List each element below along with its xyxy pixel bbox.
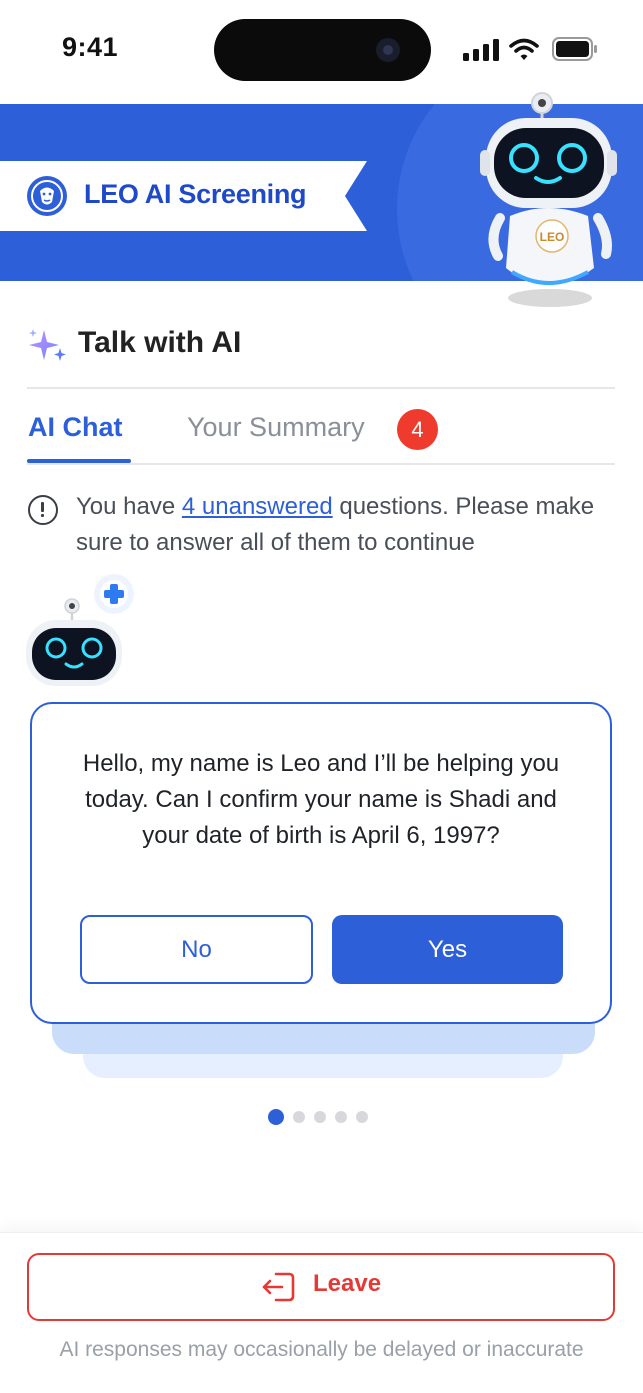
page-dot-4[interactable]	[335, 1111, 347, 1123]
unanswered-notice: You have 4 unanswered questions. Please …	[76, 489, 616, 561]
page-dot-5[interactable]	[356, 1111, 368, 1123]
notice-prefix: You have	[76, 493, 182, 520]
robot-badge-text: LEO	[540, 230, 565, 244]
cellular-signal-icon	[463, 39, 499, 61]
battery-icon	[552, 37, 597, 61]
page-dot-2[interactable]	[293, 1111, 305, 1123]
unanswered-link[interactable]: 4 unanswered	[182, 493, 333, 520]
page-indicator	[268, 1108, 368, 1126]
chat-message: Hello, my name is Leo and I’ll be helpin…	[82, 750, 560, 849]
summary-count-badge: 4	[397, 409, 438, 450]
no-button[interactable]: No	[80, 915, 313, 984]
sparkle-icon	[28, 328, 68, 364]
leo-avatar	[24, 574, 136, 690]
logout-icon	[260, 1268, 298, 1306]
leo-robot-mascot: LEO	[478, 88, 618, 314]
banner-title: LEO AI Screening	[84, 179, 307, 209]
lion-logo-icon	[27, 176, 67, 216]
divider	[27, 387, 615, 389]
info-icon	[28, 495, 58, 525]
tabs-divider	[27, 463, 615, 465]
tab-ai-chat[interactable]: AI Chat	[28, 412, 123, 443]
camera-icon	[376, 38, 400, 62]
wifi-icon	[509, 38, 539, 60]
page-dot-1[interactable]	[268, 1109, 284, 1125]
ai-disclaimer: AI responses may occasionally be delayed…	[59, 1338, 584, 1361]
status-time: 9:41	[62, 32, 119, 62]
yes-button[interactable]: Yes	[332, 915, 563, 984]
leave-label: Leave	[313, 1270, 382, 1297]
section-title: Talk with AI	[78, 326, 242, 359]
page-dot-3[interactable]	[314, 1111, 326, 1123]
tab-your-summary[interactable]: Your Summary	[187, 412, 365, 443]
